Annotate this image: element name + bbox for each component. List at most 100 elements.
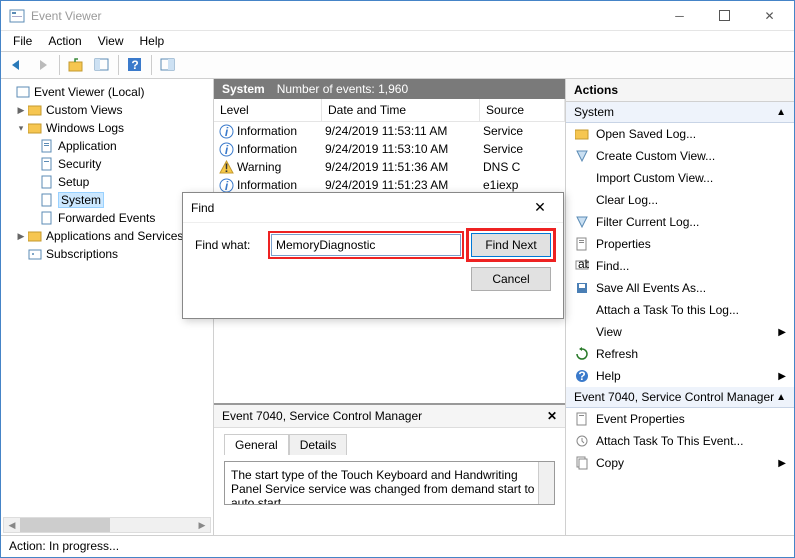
tree-setup[interactable]: Setup bbox=[1, 173, 213, 191]
event-description: The start type of the Touch Keyboard and… bbox=[224, 461, 555, 505]
col-source[interactable]: Source bbox=[480, 99, 565, 121]
tree-custom-views[interactable]: ▶ Custom Views bbox=[1, 101, 213, 119]
event-header-title: Event 7040, Service Control Manager bbox=[222, 409, 422, 423]
chevron-right-icon: ▶ bbox=[778, 458, 786, 469]
tree-label: Security bbox=[58, 157, 101, 171]
cell-source: e1iexp bbox=[483, 178, 565, 192]
back-button[interactable] bbox=[5, 54, 29, 76]
action-label: Properties bbox=[596, 237, 651, 251]
event-viewer-icon bbox=[15, 84, 31, 100]
tree-windows-logs[interactable]: ▾ Windows Logs bbox=[1, 119, 213, 137]
action-label: View bbox=[596, 325, 622, 339]
help-icon: ? bbox=[574, 368, 590, 384]
menu-action[interactable]: Action bbox=[42, 32, 87, 50]
action-label: Attach Task To This Event... bbox=[596, 434, 743, 448]
menubar: File Action View Help bbox=[1, 31, 794, 51]
action-icon bbox=[574, 280, 590, 296]
tree-label: Applications and Services bbox=[46, 229, 183, 243]
action-item[interactable]: Attach Task To This Event... bbox=[566, 430, 794, 452]
action-item[interactable]: Save All Events As... bbox=[566, 277, 794, 299]
action-item[interactable]: Open Saved Log... bbox=[566, 123, 794, 145]
action-item[interactable]: Copy▶ bbox=[566, 452, 794, 474]
svg-text:!: ! bbox=[224, 161, 228, 175]
toolbar: ? bbox=[1, 51, 794, 79]
expander-icon[interactable]: ▶ bbox=[15, 105, 27, 116]
action-item[interactable]: Create Custom View... bbox=[566, 145, 794, 167]
action-label: Import Custom View... bbox=[596, 171, 713, 185]
folder-up-icon[interactable] bbox=[64, 54, 88, 76]
tab-general[interactable]: General bbox=[224, 434, 289, 455]
tab-details[interactable]: Details bbox=[289, 434, 348, 455]
forward-button bbox=[31, 54, 55, 76]
desc-scrollbar[interactable] bbox=[538, 462, 554, 504]
maximize-button[interactable] bbox=[702, 2, 747, 30]
expander-icon[interactable]: ▶ bbox=[15, 231, 27, 242]
find-what-label: Find what: bbox=[195, 238, 261, 252]
action-item[interactable]: ab Find... bbox=[566, 255, 794, 277]
window-title: Event Viewer bbox=[31, 9, 657, 23]
tree-security[interactable]: Security bbox=[1, 155, 213, 173]
action-refresh[interactable]: Refresh bbox=[566, 343, 794, 365]
table-row[interactable]: iInformation9/24/2019 11:53:11 AMService bbox=[214, 122, 565, 140]
actions-section-label: System bbox=[574, 105, 614, 119]
action-label: Find... bbox=[596, 259, 629, 273]
action-item[interactable]: Clear Log... bbox=[566, 189, 794, 211]
tree-label: Application bbox=[58, 139, 117, 153]
action-icon bbox=[574, 455, 590, 471]
actions-section-label: Event 7040, Service Control Manager bbox=[574, 390, 774, 404]
action-label: Event Properties bbox=[596, 412, 685, 426]
event-details-pane: Event 7040, Service Control Manager ✕ Ge… bbox=[214, 403, 565, 535]
event-count: Number of events: 1,960 bbox=[277, 82, 408, 96]
tree-root[interactable]: Event Viewer (Local) bbox=[1, 83, 213, 101]
close-button[interactable]: ✕ bbox=[747, 2, 792, 30]
grid-header: Level Date and Time Source bbox=[214, 99, 565, 122]
action-help[interactable]: ? Help ▶ bbox=[566, 365, 794, 387]
cancel-button[interactable]: Cancel bbox=[471, 267, 551, 291]
dialog-title: Find bbox=[191, 201, 214, 215]
log-icon bbox=[39, 156, 55, 172]
svg-text:ab: ab bbox=[578, 259, 589, 271]
action-icon: ab bbox=[574, 258, 590, 274]
grid-body: iInformation9/24/2019 11:53:11 AMService… bbox=[214, 122, 565, 194]
svg-text:?: ? bbox=[578, 369, 585, 383]
log-icon bbox=[39, 174, 55, 190]
warning-icon: ! bbox=[218, 159, 234, 175]
tree-label: Custom Views bbox=[46, 103, 122, 117]
dialog-close-button[interactable]: ✕ bbox=[525, 199, 555, 216]
find-what-input[interactable] bbox=[271, 234, 461, 256]
find-next-button[interactable]: Find Next bbox=[471, 233, 551, 257]
actions-section-system[interactable]: System ▲ bbox=[566, 102, 794, 123]
expander-icon[interactable]: ▾ bbox=[15, 123, 27, 134]
col-level[interactable]: Level bbox=[214, 99, 322, 121]
help-icon[interactable]: ? bbox=[123, 54, 147, 76]
action-view[interactable]: View ▶ bbox=[566, 321, 794, 343]
collapse-icon[interactable]: ▲ bbox=[776, 392, 786, 403]
action-label: Filter Current Log... bbox=[596, 215, 699, 229]
event-details-header: Event 7040, Service Control Manager ✕ bbox=[214, 405, 565, 428]
dialog-titlebar: Find ✕ bbox=[183, 193, 563, 223]
action-item[interactable]: Import Custom View... bbox=[566, 167, 794, 189]
folder-icon bbox=[27, 102, 43, 118]
collapse-icon[interactable]: ▲ bbox=[776, 107, 786, 118]
chevron-right-icon: ▶ bbox=[778, 371, 786, 382]
table-row[interactable]: iInformation9/24/2019 11:53:10 AMService bbox=[214, 140, 565, 158]
action-item[interactable]: Event Properties bbox=[566, 408, 794, 430]
table-row[interactable]: !Warning9/24/2019 11:51:36 AMDNS C bbox=[214, 158, 565, 176]
menu-file[interactable]: File bbox=[7, 32, 38, 50]
actions-section-event[interactable]: Event 7040, Service Control Manager ▲ bbox=[566, 387, 794, 408]
close-icon[interactable]: ✕ bbox=[547, 409, 557, 423]
cell-source: Service bbox=[483, 142, 565, 156]
show-tree-icon[interactable] bbox=[90, 54, 114, 76]
action-item[interactable]: Filter Current Log... bbox=[566, 211, 794, 233]
col-datetime[interactable]: Date and Time bbox=[322, 99, 480, 121]
properties-icon[interactable] bbox=[156, 54, 180, 76]
menu-view[interactable]: View bbox=[92, 32, 130, 50]
action-item[interactable]: Properties bbox=[566, 233, 794, 255]
cell-datetime: 9/24/2019 11:51:36 AM bbox=[325, 160, 483, 174]
tree-scrollbar[interactable]: ◀▶ bbox=[3, 517, 211, 533]
action-icon bbox=[574, 236, 590, 252]
tree-application[interactable]: Application bbox=[1, 137, 213, 155]
minimize-button[interactable]: ─ bbox=[657, 2, 702, 30]
action-item[interactable]: Attach a Task To this Log... bbox=[566, 299, 794, 321]
menu-help[interactable]: Help bbox=[134, 32, 171, 50]
